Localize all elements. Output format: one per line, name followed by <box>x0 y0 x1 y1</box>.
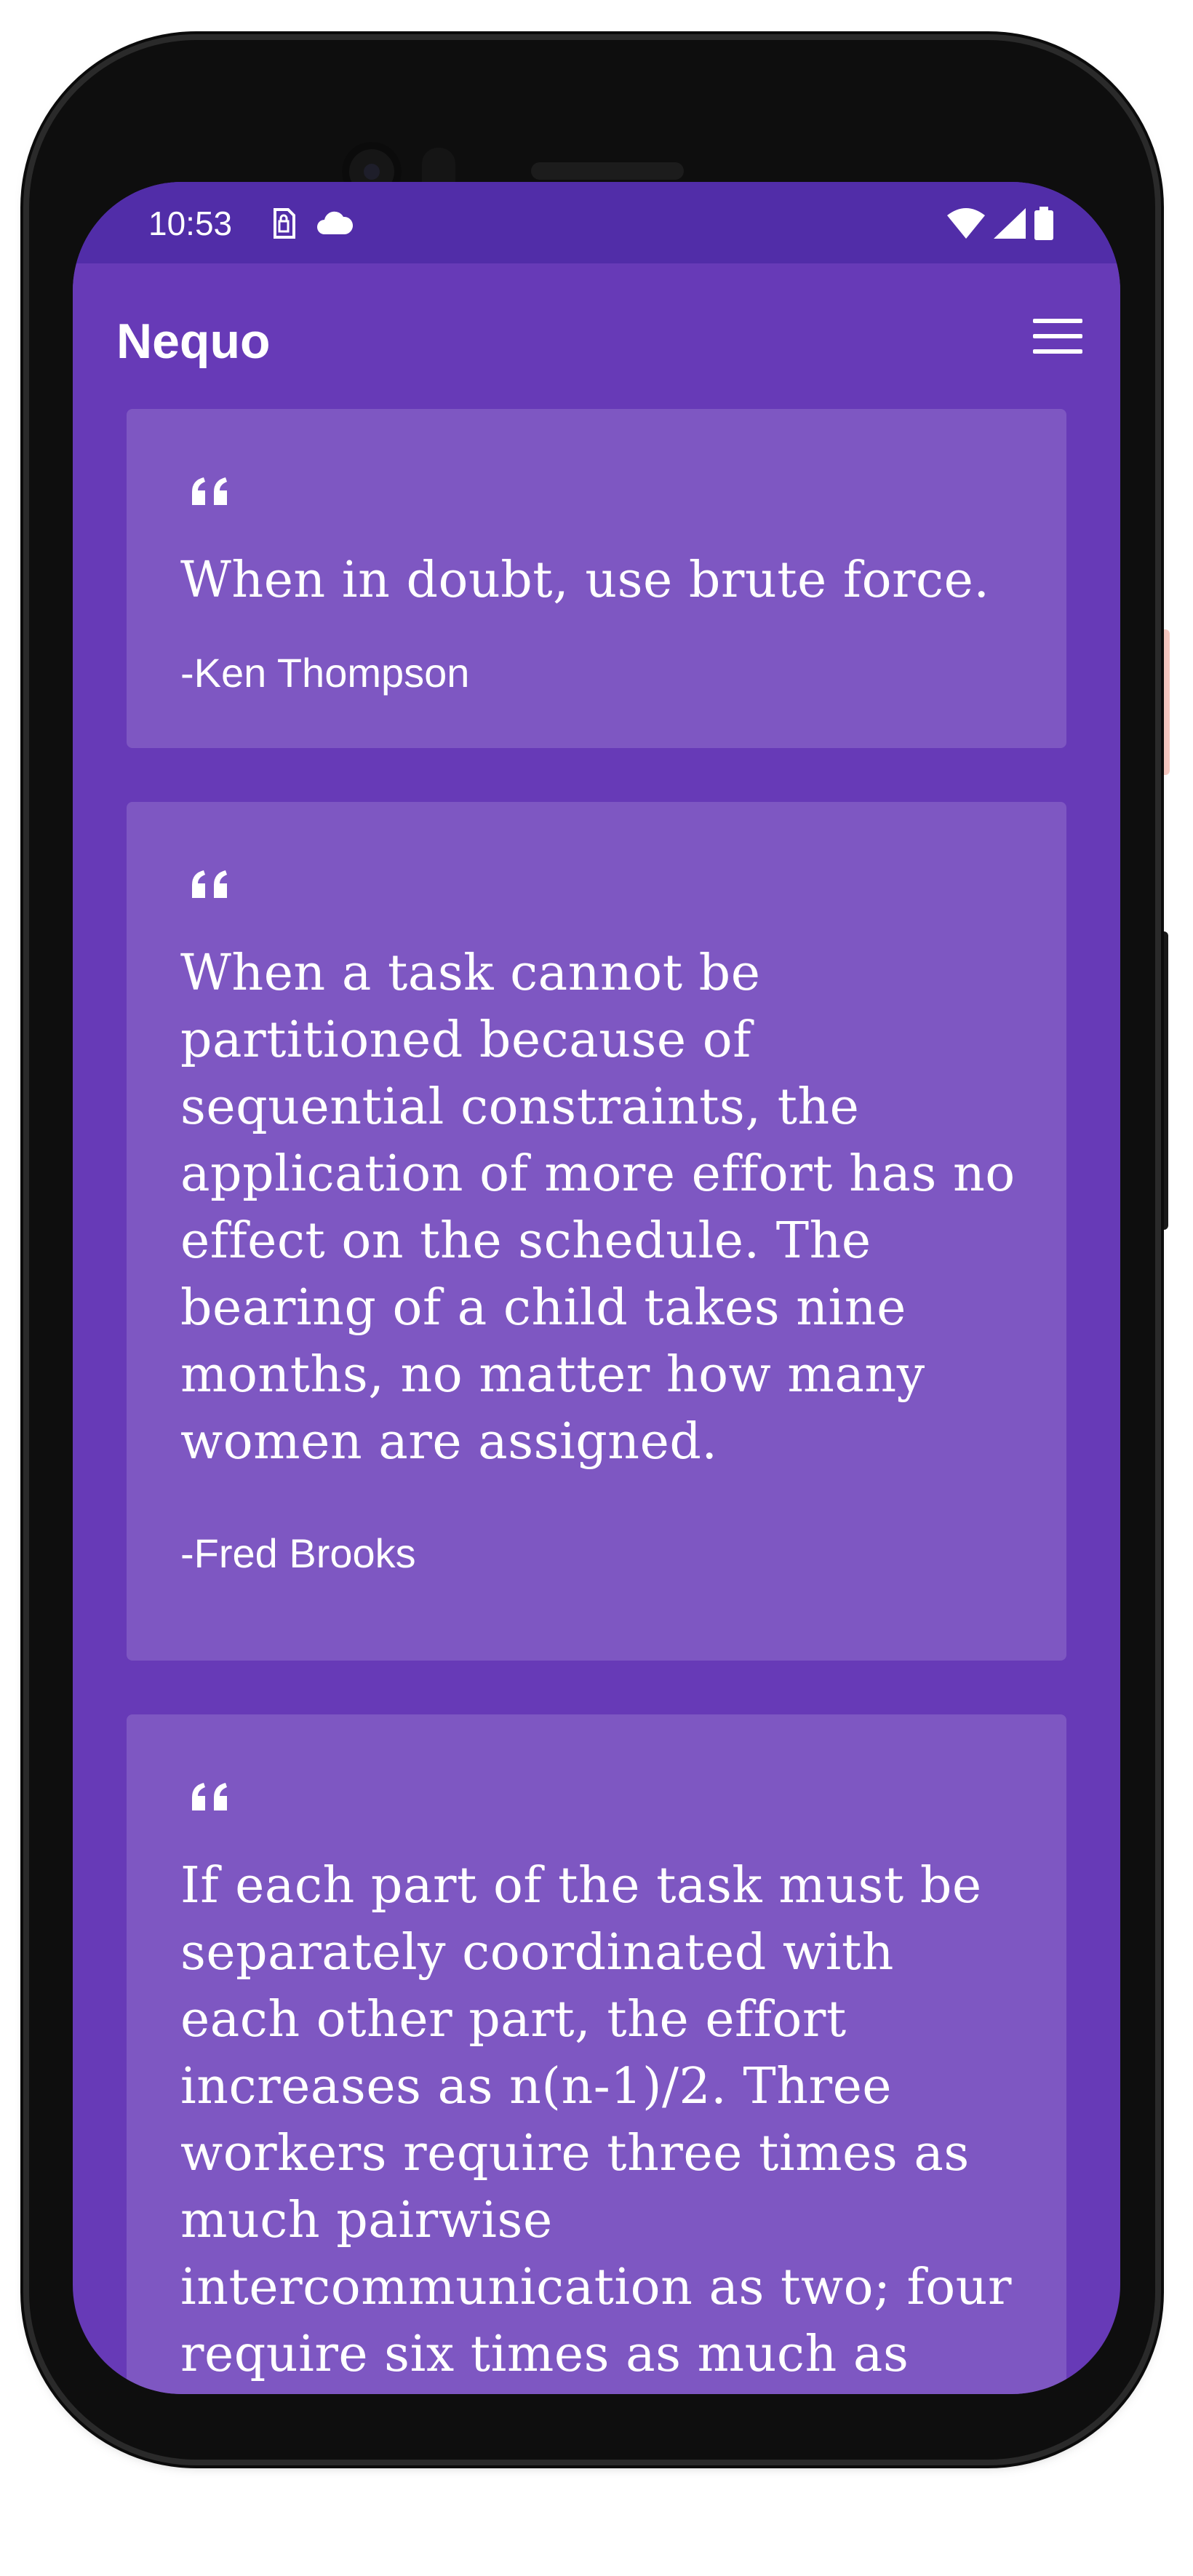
quote-card[interactable]: If each part of the task must be separat… <box>127 1714 1066 2394</box>
quote-card[interactable]: When a task cannot be partitioned becaus… <box>127 802 1066 1661</box>
quote-icon <box>192 477 227 505</box>
wifi-icon <box>947 208 985 239</box>
quote-icon <box>192 1783 227 1810</box>
power-button <box>1157 629 1170 775</box>
sim-lock-icon <box>274 208 295 239</box>
quote-card[interactable]: When in doubt, use brute force. -Ken Tho… <box>127 409 1066 748</box>
quote-author: -Fred Brooks <box>180 1530 416 1576</box>
quote-author: -Ken Thompson <box>180 650 470 696</box>
quote-text: If each part of the task must be separat… <box>180 1857 1012 2394</box>
hamburger-menu-icon[interactable] <box>1030 314 1085 358</box>
earpiece-speaker <box>531 162 684 180</box>
app-bar: Nequo <box>73 263 1120 409</box>
volume-button <box>1157 931 1168 1230</box>
quote-icon <box>192 870 227 898</box>
quote-text: When a task cannot be partitioned becaus… <box>180 945 1016 1471</box>
app-title: Nequo <box>116 314 271 369</box>
quote-text: When in doubt, use brute force. <box>180 552 990 609</box>
quote-list: When in doubt, use brute force. -Ken Tho… <box>73 409 1120 2394</box>
device-frame: 10:53 Nequo When in doubt, use brute for… <box>0 0 1193 2576</box>
status-bar: 10:53 <box>73 182 1120 263</box>
screen: 10:53 Nequo When in doubt, use brute for… <box>73 182 1120 2394</box>
battery-icon <box>1034 207 1053 240</box>
cloud-icon <box>317 211 354 234</box>
signal-icon <box>994 208 1026 239</box>
status-time: 10:53 <box>148 204 233 242</box>
